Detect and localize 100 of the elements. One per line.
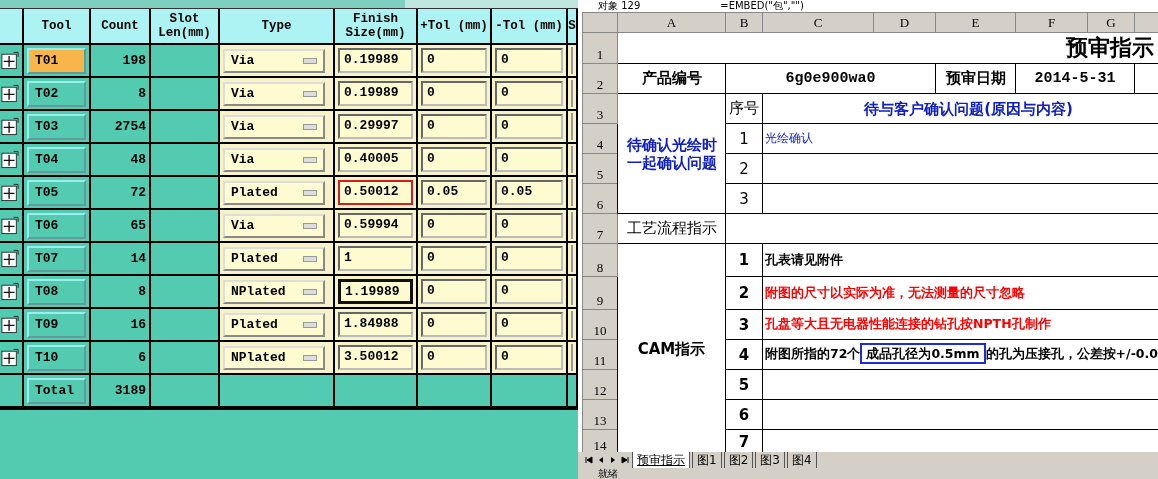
minus-tol-field[interactable]: 0 (495, 312, 563, 337)
tool-button[interactable]: T04 (27, 146, 86, 173)
row-header[interactable]: 10 (582, 309, 618, 340)
tool-button[interactable]: T10 (27, 344, 86, 371)
dropdown-button-icon[interactable] (303, 354, 317, 361)
column-header[interactable]: B (725, 12, 763, 33)
minus-tol-field[interactable]: 0 (495, 48, 563, 73)
expand-icon[interactable] (1, 51, 19, 70)
name-box[interactable]: 对象 129 (598, 1, 641, 11)
finish-size-field[interactable]: 0.40005 (338, 147, 413, 172)
minus-tol-field[interactable]: 0 (495, 213, 563, 238)
row-header[interactable]: 3 (582, 93, 618, 124)
type-dropdown[interactable]: Via (223, 48, 325, 73)
column-header[interactable]: E (935, 12, 1016, 33)
finish-size-field[interactable]: 0.19989 (338, 81, 413, 106)
minus-tol-field[interactable]: 0 (495, 147, 563, 172)
type-dropdown[interactable]: Plated (223, 312, 325, 337)
expand-icon[interactable] (1, 249, 19, 268)
dropdown-button-icon[interactable] (303, 57, 317, 64)
expand-icon[interactable] (1, 348, 19, 367)
expand-icon[interactable] (1, 282, 19, 301)
finish-size-field[interactable]: 1.19989 (338, 279, 413, 304)
tool-button[interactable]: T05 (27, 179, 86, 206)
finish-size-field[interactable]: 0.29997 (338, 114, 413, 139)
dropdown-button-icon[interactable] (303, 156, 317, 163)
plus-tol-field[interactable]: 0 (421, 147, 487, 172)
finish-size-field[interactable]: 0.50012 (338, 180, 413, 205)
dropdown-button-icon[interactable] (303, 255, 317, 262)
dropdown-button-icon[interactable] (303, 288, 317, 295)
type-dropdown[interactable]: Via (223, 213, 325, 238)
type-dropdown[interactable]: Via (223, 147, 325, 172)
dropdown-button-icon[interactable] (303, 123, 317, 130)
row-header[interactable]: 9 (582, 276, 618, 310)
sheet-tab[interactable]: 预审指示 (632, 451, 690, 469)
type-dropdown[interactable]: NPlated (223, 345, 325, 370)
instruction-text: 附图所指的72个 成品孔径为0.5mm 的孔为压接孔，公差按+/-0.0 (765, 346, 1158, 361)
type-dropdown[interactable]: Plated (223, 246, 325, 271)
column-header[interactable]: F (1015, 12, 1088, 33)
tool-button[interactable]: T07 (27, 245, 86, 272)
formula-field[interactable]: =EMBED("包","") (720, 1, 804, 11)
type-dropdown[interactable]: Via (223, 114, 325, 139)
row-header[interactable]: 7 (582, 213, 618, 244)
minus-tol-field[interactable]: 0 (495, 279, 563, 304)
plus-tol-field[interactable]: 0 (421, 312, 487, 337)
expand-icon[interactable] (1, 150, 19, 169)
minus-tol-field[interactable]: 0 (495, 246, 563, 271)
count-cell: 48 (91, 144, 151, 177)
total-button[interactable]: Total (27, 377, 86, 404)
dropdown-button-icon[interactable] (303, 189, 317, 196)
seq-cell: 2 (725, 153, 763, 184)
plus-tol-field[interactable]: 0 (421, 48, 487, 73)
tool-button[interactable]: T09 (27, 311, 86, 338)
plus-tol-field[interactable]: 0 (421, 279, 487, 304)
plus-tol-field[interactable]: 0 (421, 345, 487, 370)
tool-button[interactable]: T01 (27, 47, 86, 74)
tool-button[interactable]: T02 (27, 80, 86, 107)
minus-tol-field[interactable]: 0 (495, 345, 563, 370)
row-header[interactable]: 4 (582, 123, 618, 154)
type-dropdown[interactable]: Via (223, 81, 325, 106)
expand-icon[interactable] (1, 117, 19, 136)
row-header[interactable]: 1 (582, 32, 618, 64)
finish-size-field[interactable]: 1.84988 (338, 312, 413, 337)
column-header[interactable]: C (762, 12, 874, 33)
expand-icon[interactable] (1, 216, 19, 235)
finish-size-field[interactable]: 1 (338, 246, 413, 271)
row-header[interactable]: 6 (582, 183, 618, 214)
tool-button[interactable]: T06 (27, 212, 86, 239)
minus-tol-field[interactable]: 0.05 (495, 180, 563, 205)
row-header[interactable]: 13 (582, 399, 618, 430)
column-header[interactable]: G (1087, 12, 1135, 33)
row-header[interactable]: 11 (582, 339, 618, 370)
minus-tol-field[interactable]: 0 (495, 81, 563, 106)
dropdown-button-icon[interactable] (303, 90, 317, 97)
dropdown-button-icon[interactable] (303, 222, 317, 229)
minus-tol-field[interactable]: 0 (495, 114, 563, 139)
tool-button[interactable]: T08 (27, 278, 86, 305)
dropdown-button-icon[interactable] (303, 321, 317, 328)
expand-icon[interactable] (1, 84, 19, 103)
finish-size-field[interactable]: 3.50012 (338, 345, 413, 370)
expand-icon[interactable] (1, 183, 19, 202)
plus-tol-field[interactable]: 0 (421, 114, 487, 139)
row-header[interactable]: 12 (582, 369, 618, 400)
tool-button[interactable]: T03 (27, 113, 86, 140)
column-header[interactable]: D (873, 12, 936, 33)
plus-tol-field[interactable]: 0.05 (421, 180, 487, 205)
plus-tol-field[interactable]: 0 (421, 213, 487, 238)
last-sheet-icon[interactable] (620, 455, 630, 465)
row-header[interactable]: 8 (582, 243, 618, 277)
finish-size-field[interactable]: 0.19989 (338, 48, 413, 73)
label-cell: 预审日期 (935, 63, 1016, 94)
plus-tol-field[interactable]: 0 (421, 246, 487, 271)
type-dropdown[interactable]: Plated (223, 180, 325, 205)
plus-tol-field[interactable]: 0 (421, 81, 487, 106)
column-header[interactable]: A (617, 12, 726, 33)
row-header[interactable]: 2 (582, 63, 618, 94)
finish-size-field[interactable]: 0.59994 (338, 213, 413, 238)
type-dropdown[interactable]: NPlated (223, 279, 325, 304)
first-sheet-icon[interactable] (584, 455, 594, 465)
expand-icon[interactable] (1, 315, 19, 334)
row-header[interactable]: 5 (582, 153, 618, 184)
